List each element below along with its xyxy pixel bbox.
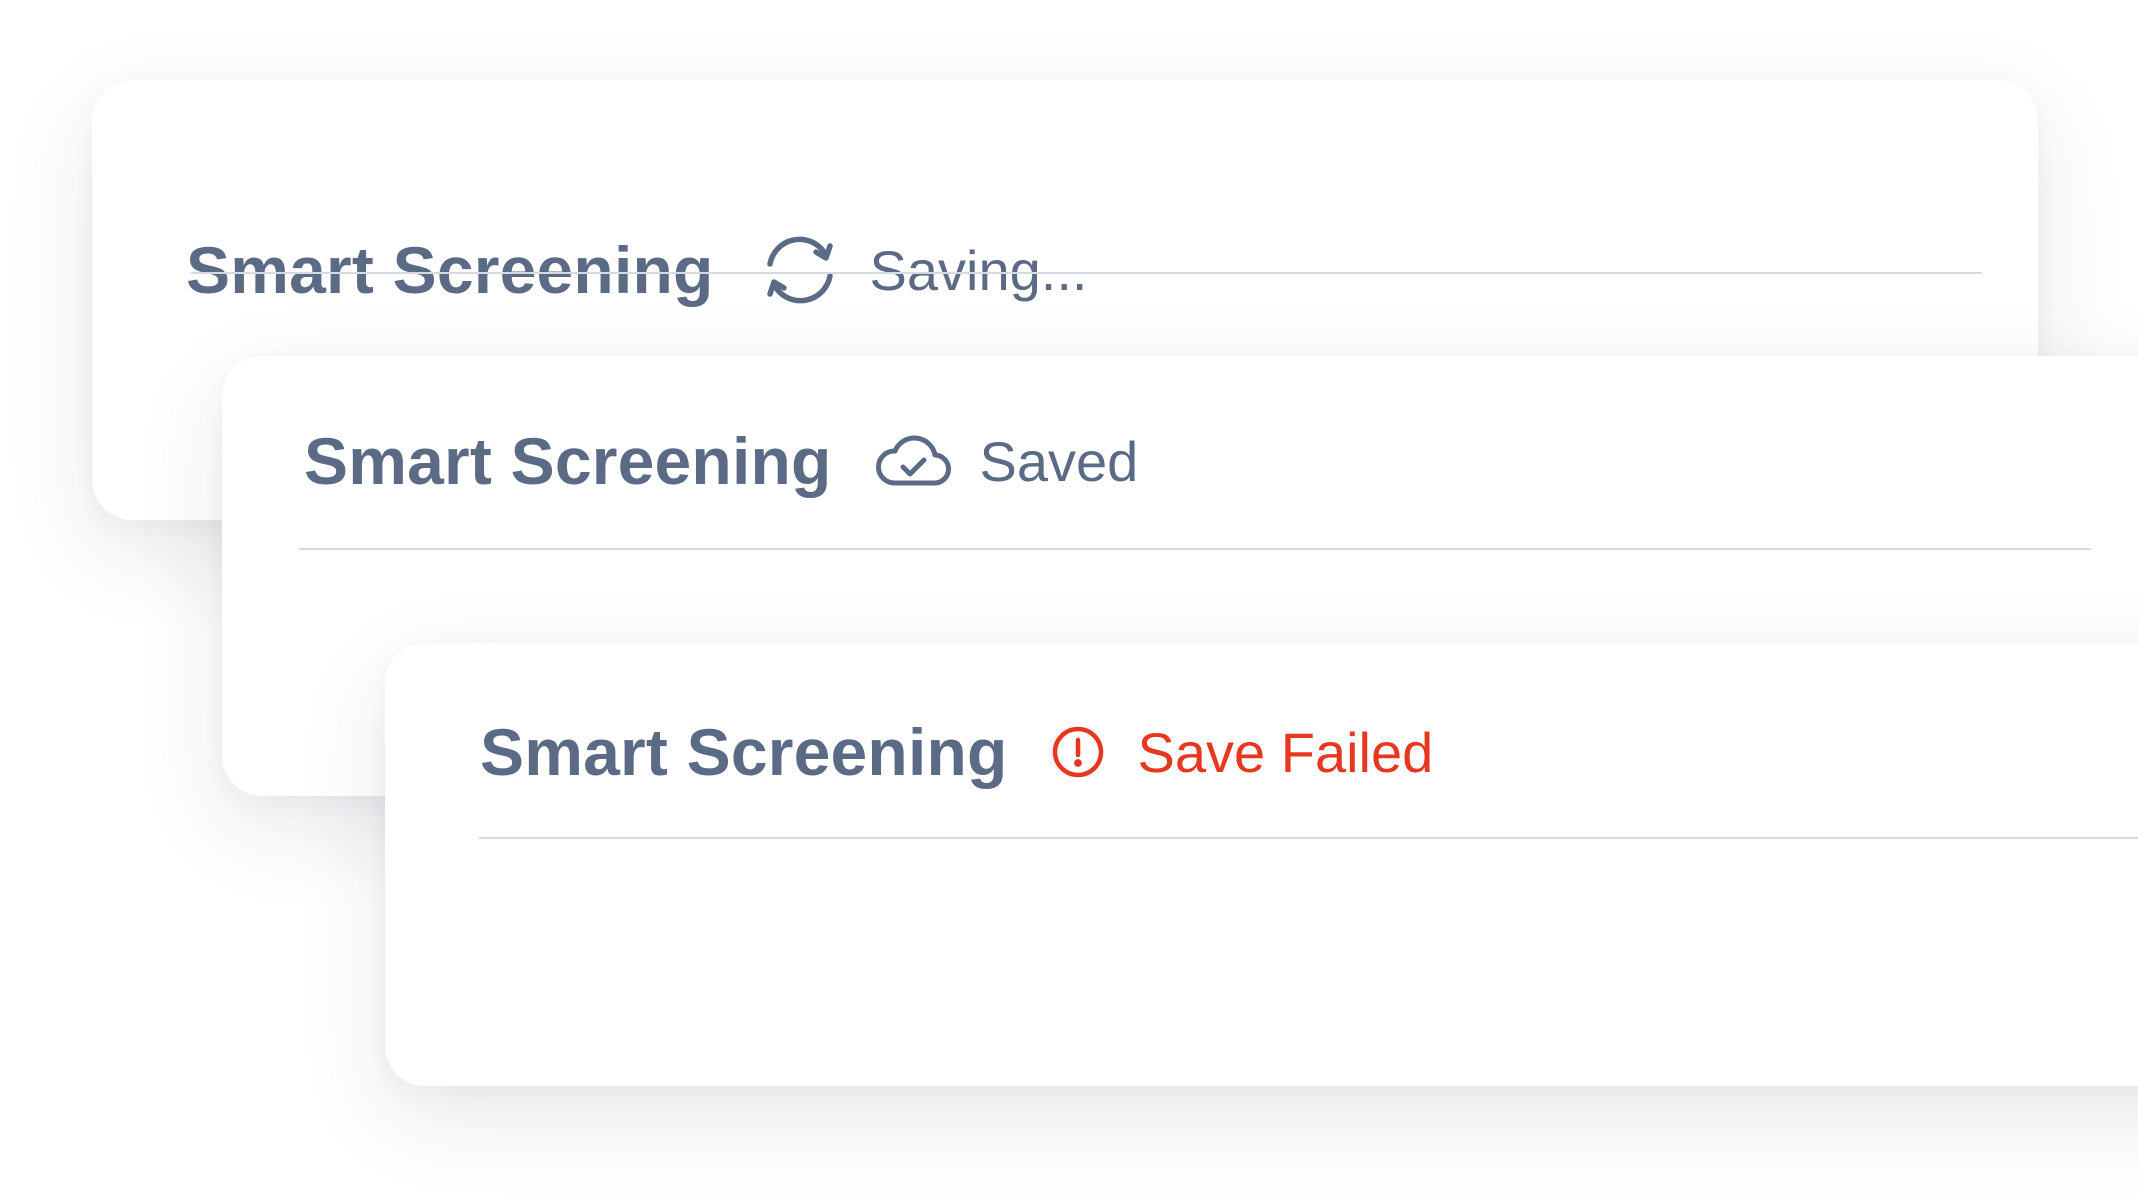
- card-title: Smart Screening: [186, 233, 714, 307]
- header-divider: [479, 837, 2138, 839]
- save-status: Save Failed: [1050, 720, 1434, 785]
- status-text: Save Failed: [1137, 720, 1434, 784]
- card-title: Smart Screening: [480, 715, 1008, 789]
- header-divider: [299, 548, 2091, 550]
- sync-icon: [756, 230, 844, 310]
- header-divider: [191, 272, 1982, 274]
- card-header: Smart Screening Save Failed: [480, 714, 1433, 790]
- cloud-check-icon: [874, 431, 954, 491]
- save-status: Saved: [874, 429, 1139, 494]
- status-text: Saved: [979, 429, 1139, 493]
- stage: Smart Screening Saving... Smart Screenin…: [0, 0, 2138, 1194]
- card-title: Smart Screening: [304, 424, 832, 498]
- card-save-failed: Smart Screening Save Failed: [385, 643, 2138, 1086]
- card-header: Smart Screening Saved: [304, 423, 1138, 499]
- save-status: Saving...: [756, 230, 1088, 310]
- alert-circle-icon: [1050, 724, 1106, 780]
- card-header: Smart Screening Saving...: [186, 230, 1087, 310]
- status-text: Saving...: [869, 238, 1088, 302]
